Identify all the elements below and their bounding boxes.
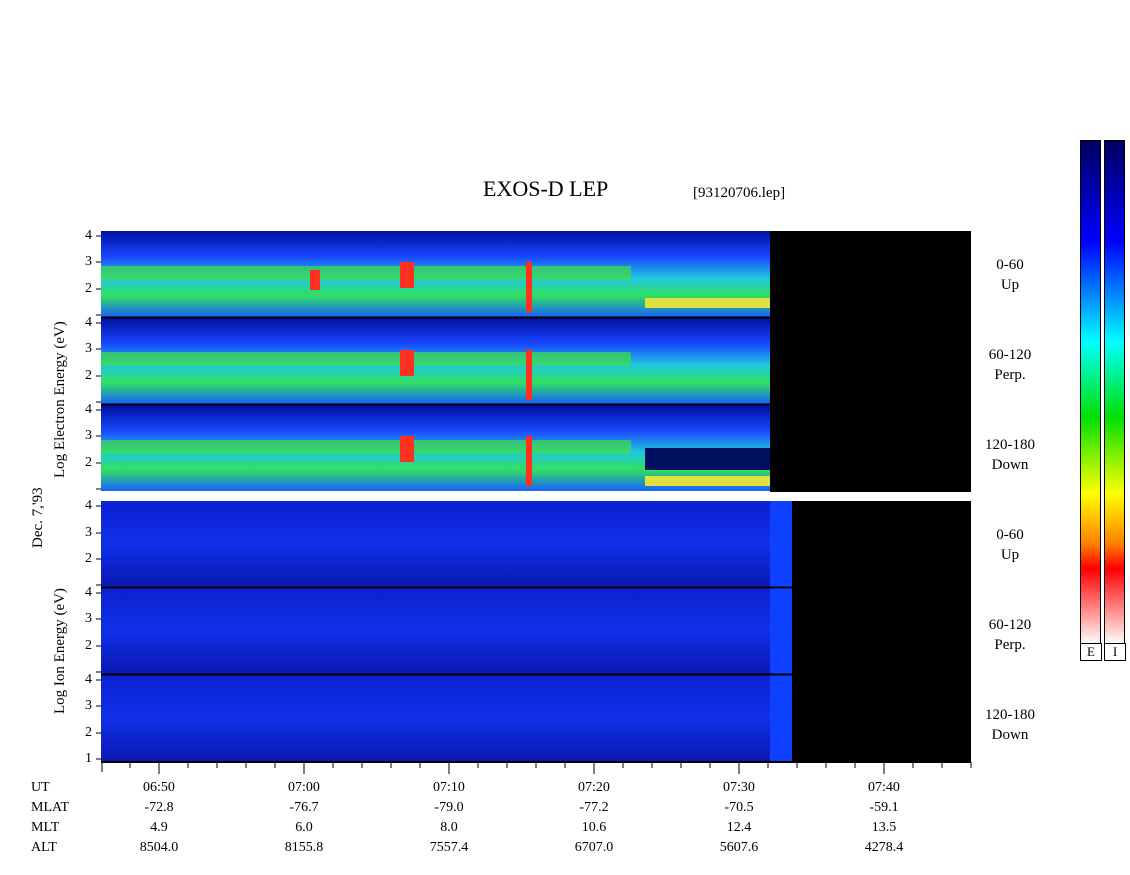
ytick: 3 [85,428,92,443]
ytick: 4 [85,672,92,687]
ion-panel-up [101,501,770,587]
colorbar-e [1080,140,1101,645]
electron-angle-up: 0-60 Up [996,257,1024,293]
x-value-mlt: 4.9 [150,820,168,835]
x-value-alt: 7557.4 [429,840,469,855]
ytick: 3 [85,698,92,713]
ytick: 1 [85,751,92,766]
ytick: 2 [85,551,92,566]
x-value-mlat: -59.1 [869,800,899,815]
ion-angle-up: 0-60 Up [996,527,1024,563]
colorbar-i [1104,140,1125,645]
ion-ylabel: Log Ion Energy (eV) [52,588,68,714]
x-value-alt: 8504.0 [139,840,179,855]
ytick: 3 [85,341,92,356]
colorbar-i-label: I [1104,643,1126,661]
x-value-mlt: 8.0 [440,820,458,835]
ytick: 4 [85,315,92,330]
x-value-mlt: 13.5 [871,820,897,835]
x-value-mlat: -76.7 [289,800,319,815]
ion-panel-down [101,675,770,761]
row-label-mlt: MLT [31,820,60,835]
colorbars-svg [1080,140,1125,645]
x-value-alt: 6707.0 [574,840,614,855]
colorbar-e-label: E [1080,643,1102,661]
date-label: Dec. 7,'93 [30,487,46,548]
electron-panels [101,231,971,492]
electron-ylabel: Log Electron Energy (eV) [52,321,68,478]
x-value-ut: 07:00 [288,780,320,795]
ytick: 4 [85,402,92,417]
x-value-ut: 07:40 [868,780,900,795]
ion-angle-down: 120-180 Down [985,707,1035,743]
row-label-alt: ALT [31,840,57,855]
ion-panel-perp [101,588,770,674]
ytick: 4 [85,585,92,600]
x-value-mlt: 6.0 [295,820,313,835]
x-value-mlat: -70.5 [724,800,754,815]
electron-angle-perp: 60-120 Perp. [988,347,1032,383]
ytick: 2 [85,281,92,296]
x-axis [101,761,972,774]
x-value-mlat: -77.2 [579,800,609,815]
ytick: 4 [85,498,92,513]
spectrogram-svg [96,231,972,774]
row-label-ut: UT [31,780,50,795]
ytick: 4 [85,228,92,243]
x-value-mlat: -72.8 [144,800,174,815]
ion-panels [101,501,971,762]
x-value-ut: 07:10 [433,780,465,795]
x-value-ut: 07:30 [723,780,755,795]
ion-nodata [792,501,971,762]
ytick: 2 [85,725,92,740]
electron-angle-down: 120-180 Down [985,437,1035,473]
ytick: 2 [85,455,92,470]
x-value-ut: 06:50 [143,780,175,795]
ytick: 3 [85,254,92,269]
y-axis-ticks [96,235,101,760]
ytick: 3 [85,611,92,626]
ytick: 3 [85,525,92,540]
x-value-ut: 07:20 [578,780,610,795]
ion-angle-perp: 60-120 Perp. [988,617,1032,653]
ion-edge [770,501,792,762]
ytick: 2 [85,368,92,383]
ytick: 2 [85,638,92,653]
electron-nodata [770,231,971,492]
x-value-mlt: 10.6 [581,820,607,835]
row-label-mlat: MLAT [31,800,70,815]
x-value-alt: 8155.8 [284,840,324,855]
x-value-mlat: -79.0 [434,800,464,815]
x-value-mlt: 12.4 [726,820,752,835]
x-value-alt: 5607.6 [719,840,759,855]
x-value-alt: 4278.4 [864,840,904,855]
